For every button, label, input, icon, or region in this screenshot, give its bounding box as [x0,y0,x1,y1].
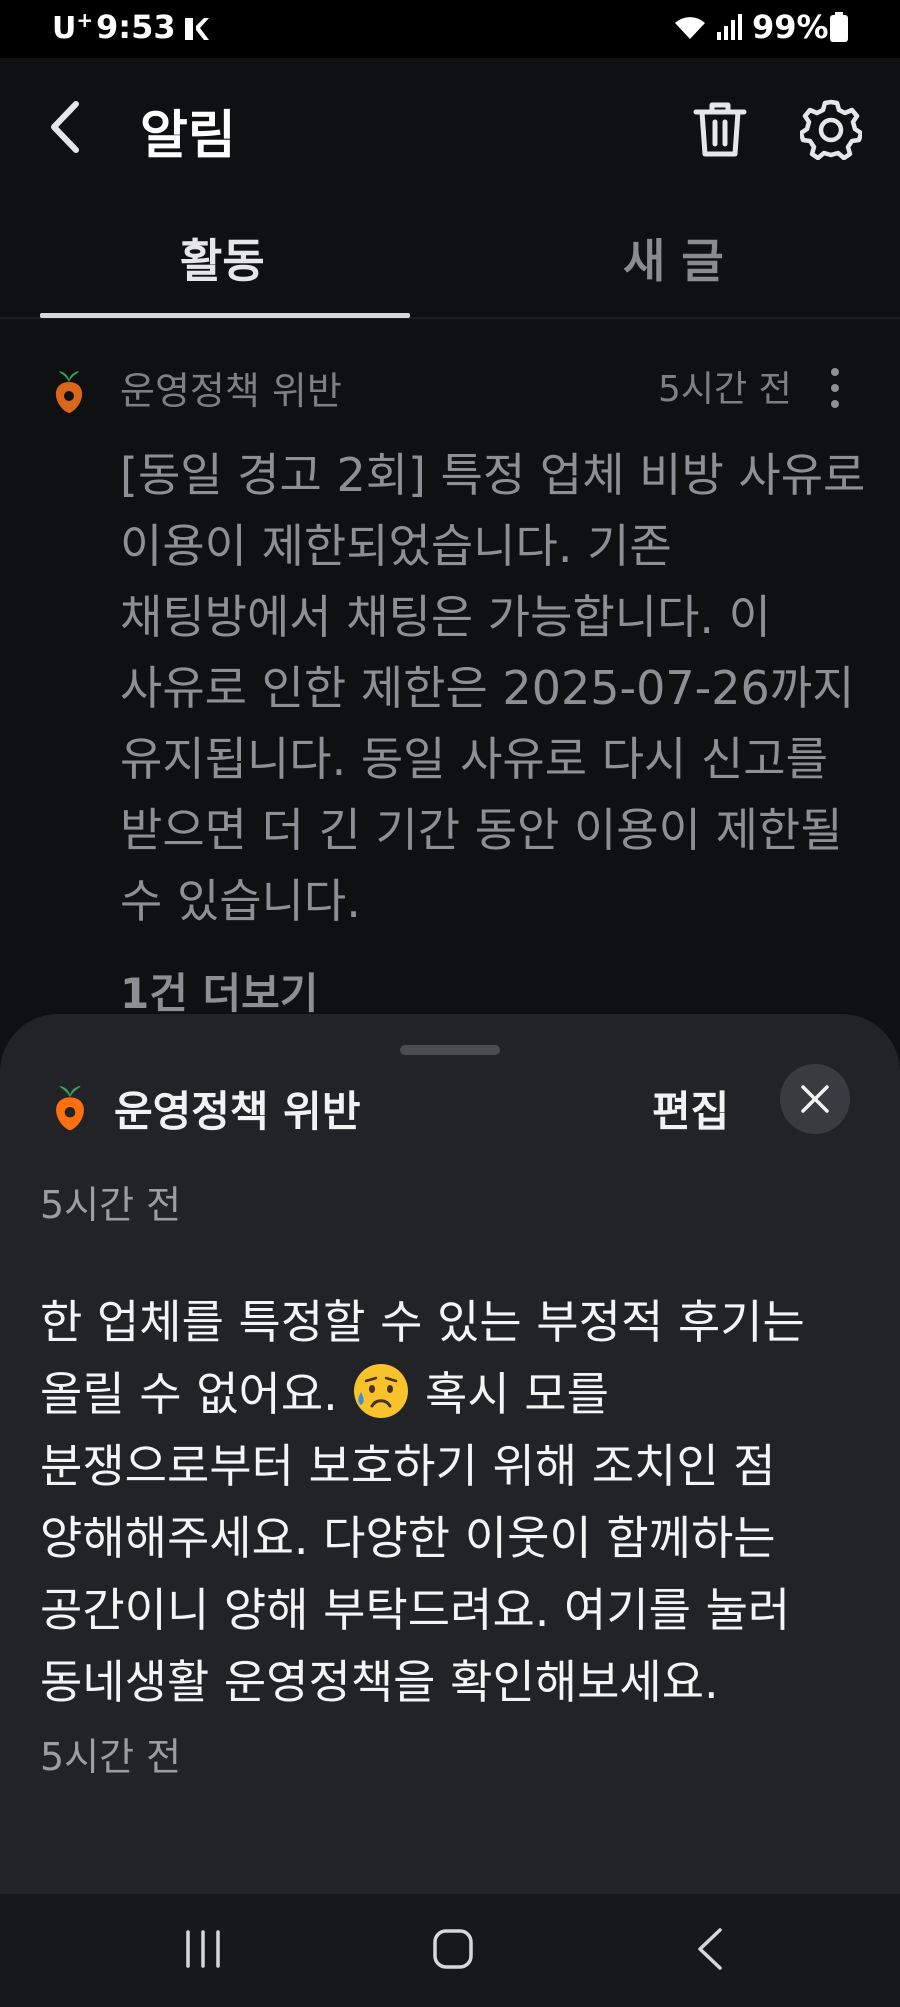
sheet-drag-handle[interactable] [400,1045,500,1055]
notification-category: 운영정책 위반 [120,369,342,413]
sheet-title: 운영정책 위반 [114,1087,361,1136]
back-arrow-icon[interactable] [40,94,96,160]
notification-body: [동일 경고 2회] 특정 업체 비방 사유로 이용이 제한되었습니다. 기존 … [120,448,866,928]
carrier-label: U+ [52,8,94,46]
close-button[interactable] [780,1064,850,1134]
status-bar: U+ 9:53 99% [0,0,900,58]
more-options-icon[interactable] [820,364,850,412]
status-time: 9:53 [96,8,176,46]
close-icon [801,1085,829,1113]
carrot-icon [55,371,83,413]
tab-new-posts[interactable]: 새 글 [623,225,724,291]
trash-icon[interactable] [690,98,750,160]
wifi-icon [675,17,705,39]
battery-icon [830,12,848,42]
back-icon[interactable] [692,1924,728,1974]
signal-icon [717,14,742,40]
tab-bar: 활동 새 글 [0,205,900,319]
battery-percent: 99% [752,8,829,46]
page-title: 알림 [140,106,236,166]
recent-apps-icon[interactable] [180,1928,226,1970]
sheet-timestamp: 5시간 전 [40,1183,182,1227]
gear-icon[interactable] [800,98,862,160]
home-icon[interactable] [430,1926,476,1972]
app-bar: 알림 [0,58,900,198]
tab-activity[interactable]: 활동 [180,225,265,291]
edit-button[interactable]: 편집 [652,1078,729,1139]
sheet-message[interactable]: 한 업체를 특정할 수 있는 부정적 후기는 올릴 수 없어요. 혹시 모를 분… [40,1286,870,1718]
sad-sweat-emoji [354,1364,409,1418]
system-nav-bar [0,1894,900,2007]
carrot-icon [56,1085,84,1131]
message-timestamp: 5시간 전 [40,1735,182,1779]
notification-detail-sheet: 운영정책 위반 편집 5시간 전 한 업체를 특정할 수 있는 부정적 후기는 … [0,1014,900,1894]
show-more-link[interactable]: 1건 더보기 [120,960,318,1021]
app-notification-icon [185,18,209,40]
active-tab-indicator [40,313,410,318]
notification-time: 5시간 전 [658,369,792,410]
message-text-part1: 한 업체를 특정할 수 있는 부정적 후기는 올릴 수 없어요. [40,1295,805,1421]
